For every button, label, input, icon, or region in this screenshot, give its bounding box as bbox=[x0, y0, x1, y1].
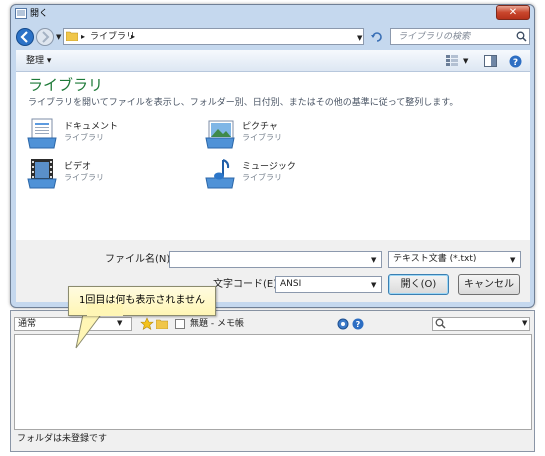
open-button[interactable]: 開く(O) bbox=[388, 274, 449, 295]
forward-button[interactable] bbox=[36, 28, 54, 46]
svg-text:?: ? bbox=[513, 58, 518, 68]
documents-icon bbox=[26, 116, 60, 150]
chevron-down-icon[interactable]: ▼ bbox=[357, 33, 362, 43]
pictures-icon bbox=[204, 116, 238, 150]
star-icon[interactable] bbox=[140, 317, 154, 330]
cancel-button[interactable]: キャンセル bbox=[458, 274, 520, 295]
library-item-music[interactable]: ミュージック ライブラリ bbox=[204, 156, 324, 190]
encoding-label: 文字コード(E): bbox=[213, 279, 281, 290]
view-options-icon[interactable] bbox=[446, 55, 460, 67]
library-item-name: ビデオ bbox=[64, 162, 92, 172]
chevron-down-icon[interactable]: ▼ bbox=[510, 255, 515, 265]
filename-label: ファイル名(N): bbox=[105, 254, 174, 265]
preview-pane-icon[interactable] bbox=[484, 55, 497, 67]
search-icon bbox=[435, 318, 446, 329]
library-item-videos[interactable]: ビデオ ライブラリ bbox=[26, 156, 146, 190]
memo-tab-title[interactable]: 無題 - メモ帳 bbox=[190, 318, 244, 330]
search-placeholder: ライブラリの検索 bbox=[398, 32, 471, 42]
filename-input[interactable] bbox=[169, 251, 382, 268]
breadcrumb[interactable]: ライブラリ bbox=[90, 31, 135, 43]
refresh-button[interactable] bbox=[369, 29, 385, 45]
search-icon[interactable] bbox=[516, 31, 527, 42]
chevron-down-icon[interactable]: ▼ bbox=[371, 280, 376, 290]
document-icon[interactable] bbox=[175, 319, 185, 329]
close-button[interactable]: ✕ bbox=[496, 5, 530, 20]
chevron-down-icon[interactable]: ▼ bbox=[463, 56, 468, 66]
back-button[interactable] bbox=[16, 28, 34, 46]
status-bar: フォルダは未登録です bbox=[17, 434, 108, 444]
library-icon bbox=[65, 31, 79, 42]
breadcrumb-separator[interactable]: ▸ bbox=[81, 31, 85, 43]
breadcrumb-separator[interactable]: ▸ bbox=[131, 31, 135, 43]
library-item-name: ピクチャ bbox=[242, 122, 278, 132]
chevron-down-icon[interactable]: ▼ bbox=[522, 318, 527, 328]
page-title: ライブラリ bbox=[28, 76, 104, 94]
help-icon[interactable]: ? bbox=[509, 55, 522, 68]
memo-search-input[interactable] bbox=[432, 317, 530, 331]
library-item-pictures[interactable]: ピクチャ ライブラリ bbox=[204, 116, 324, 150]
notepad-icon bbox=[15, 8, 27, 19]
chevron-down-icon[interactable]: ▼ bbox=[371, 255, 376, 265]
help-icon[interactable]: ? bbox=[352, 318, 364, 330]
organize-button[interactable]: 整理 ▾ bbox=[26, 55, 51, 67]
library-item-name: ミュージック bbox=[242, 162, 296, 172]
library-item-type: ライブラリ bbox=[242, 173, 282, 182]
history-dropdown[interactable]: ▼ bbox=[56, 32, 61, 42]
music-icon bbox=[204, 156, 238, 190]
library-item-name: ドキュメント bbox=[64, 122, 119, 132]
library-item-type: ライブラリ bbox=[242, 133, 282, 142]
encoding-select[interactable]: ANSI bbox=[275, 276, 382, 293]
window-title: 開く bbox=[30, 9, 49, 19]
library-item-type: ライブラリ bbox=[64, 173, 104, 182]
tooltip-tail-joint bbox=[87, 304, 123, 316]
gear-icon[interactable] bbox=[337, 318, 349, 330]
file-type-select[interactable]: テキスト文書 (*.txt) bbox=[388, 251, 521, 268]
folder-icon[interactable] bbox=[155, 319, 169, 330]
svg-text:?: ? bbox=[356, 320, 361, 329]
library-item-type: ライブラリ bbox=[64, 133, 104, 142]
page-description: ライブラリを開いてファイルを表示し、フォルダー別、日付別、またはその他の基準に従… bbox=[28, 98, 459, 108]
videos-icon bbox=[26, 156, 60, 190]
library-item-documents[interactable]: ドキュメント ライブラリ bbox=[26, 116, 146, 150]
